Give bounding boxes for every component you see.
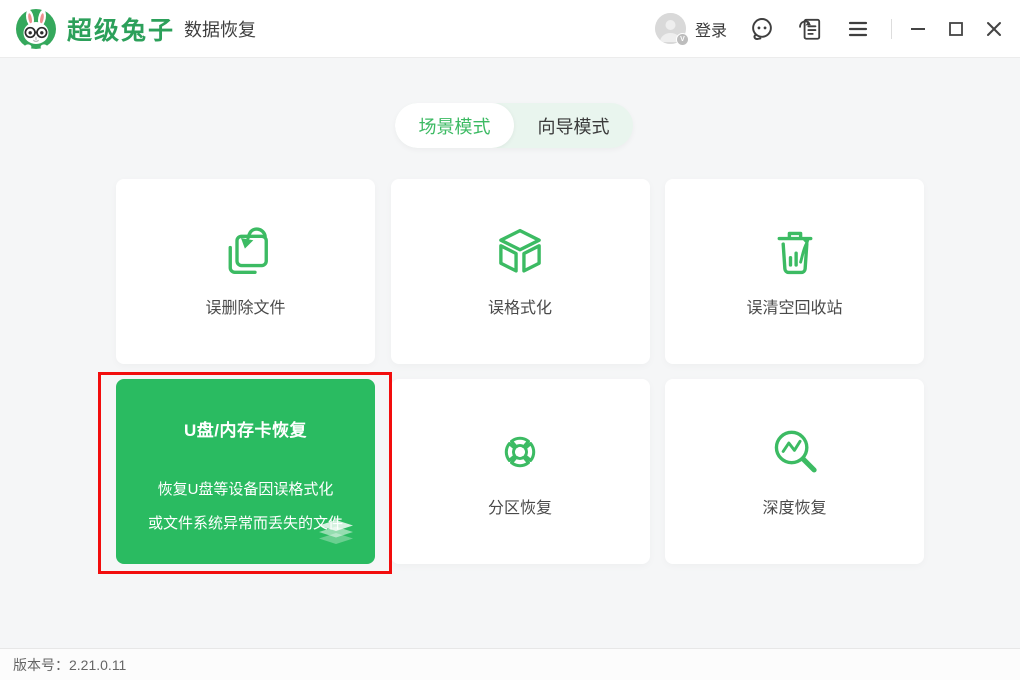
mode-toggle: 场景模式 向导模式 — [395, 103, 633, 148]
layers-icon — [315, 520, 357, 550]
card-partition[interactable]: 分区恢复 — [391, 379, 650, 564]
card-deleted-files[interactable]: 误删除文件 — [116, 179, 375, 364]
version-label: 版本号：2.21.0.11 — [13, 655, 126, 675]
card-label: 误格式化 — [488, 294, 552, 318]
card-formatted[interactable]: 误格式化 — [391, 179, 650, 364]
card-usb-recovery-wrap: U盘/内存卡恢复 恢复U盘等设备因误格式化 或文件系统异常而丢失的文件 — [116, 379, 375, 564]
minimize-button[interactable] — [906, 17, 930, 41]
card-label: 误清空回收站 — [746, 294, 842, 318]
brand-name: 超级兔子 — [67, 11, 175, 47]
maximize-button[interactable] — [944, 17, 968, 41]
login-button[interactable]: 登录 — [695, 17, 727, 41]
customer-service-icon[interactable] — [749, 16, 775, 42]
header-divider — [891, 19, 892, 39]
card-title: U盘/内存卡恢复 — [184, 416, 307, 441]
card-recycle-bin[interactable]: 误清空回收站 — [665, 179, 924, 364]
card-deep-recovery[interactable]: 深度恢复 — [665, 379, 924, 564]
tab-scene-mode[interactable]: 场景模式 — [395, 103, 514, 148]
menu-icon[interactable] — [845, 16, 871, 42]
title-bar: 超级兔子 数据恢复 V 登录 — [0, 0, 1020, 58]
restore-file-icon — [219, 225, 273, 279]
format-cube-icon — [493, 225, 547, 279]
card-description: 恢复U盘等设备因误格式化 或文件系统异常而丢失的文件 — [148, 473, 343, 541]
card-usb-recovery[interactable]: U盘/内存卡恢复 恢复U盘等设备因误格式化 或文件系统异常而丢失的文件 — [116, 379, 375, 564]
card-label: 分区恢复 — [488, 494, 552, 518]
avatar-vip-badge: V — [676, 33, 689, 46]
card-description-line1: 恢复U盘等设备因误格式化 — [148, 473, 343, 507]
card-label: 深度恢复 — [762, 494, 826, 518]
rabbit-logo-icon — [15, 8, 57, 50]
card-description-line2: 或文件系统异常而丢失的文件 — [148, 507, 343, 541]
partition-icon — [493, 425, 547, 479]
close-button[interactable] — [982, 17, 1006, 41]
app-window: 超级兔子 数据恢复 V 登录 — [0, 0, 1020, 680]
status-bar: 版本号：2.21.0.11 — [0, 648, 1020, 680]
scene-card-grid: 误删除文件 误格式化 — [116, 179, 924, 564]
feedback-icon[interactable] — [797, 16, 823, 42]
user-avatar[interactable]: V — [655, 13, 686, 44]
card-label: 误删除文件 — [205, 294, 285, 318]
recycle-restore-icon — [768, 225, 822, 279]
product-name: 数据恢复 — [184, 16, 256, 42]
tab-wizard-mode[interactable]: 向导模式 — [514, 103, 633, 148]
deep-scan-icon — [768, 425, 822, 479]
